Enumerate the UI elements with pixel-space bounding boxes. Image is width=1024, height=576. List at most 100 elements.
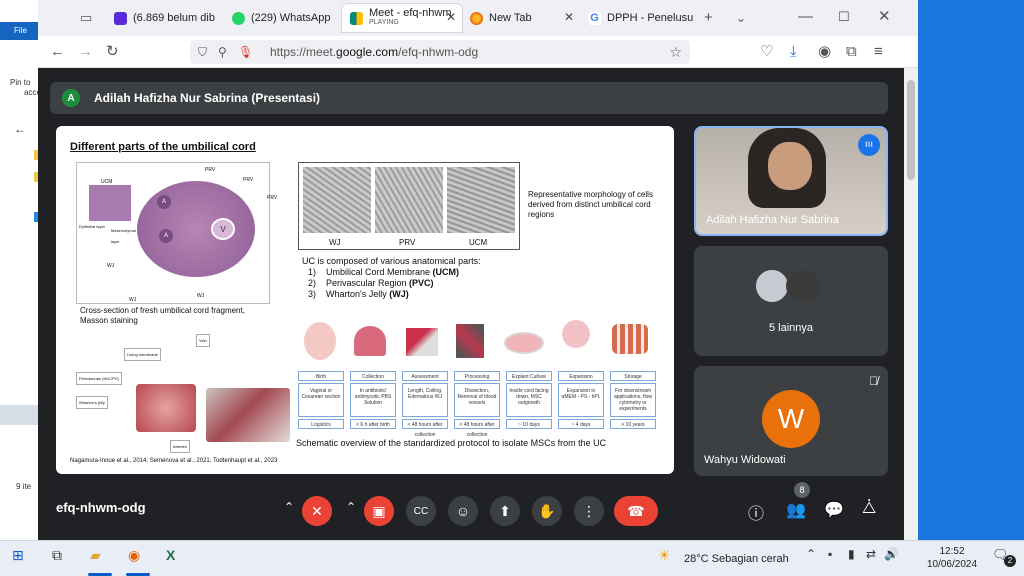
weather-text[interactable]: 28°C Sebagian cerah	[684, 553, 789, 565]
processing-illustration	[456, 324, 484, 358]
meeting-info-icon[interactable]: ⓘ	[748, 500, 764, 524]
shield-icon[interactable]: ⛉	[198, 40, 207, 64]
activities-icon[interactable]: ⧊	[862, 500, 876, 518]
micrograph-prv	[375, 167, 443, 233]
maximize-icon[interactable]: ☐	[838, 9, 850, 25]
protocol-step: Birth Vaginal or Cesarean section Logistic…	[298, 371, 344, 429]
mesenchymal-label: Mesenchymal layer	[111, 228, 136, 244]
lock-icon[interactable]: ⚲	[218, 40, 227, 64]
clock[interactable]: 12:52 10/06/2024	[926, 545, 978, 571]
extensions-icon[interactable]: ⧉	[846, 44, 857, 60]
meeting-controls: efq-nhwm-odg ⌃ ✕ ⌃ ▣ CC ☺ ⬆ ✋ ⋮ ☎ ⓘ 👥 8 …	[38, 482, 918, 540]
back-arrow-icon[interactable]: ←	[0, 122, 40, 136]
tab-meet[interactable]: Meet - efq-nhwm PLAYING ✕	[342, 4, 462, 32]
file-explorer-icon[interactable]: ▰	[90, 547, 101, 564]
close-tab-icon[interactable]: ✕	[446, 10, 456, 24]
tab-mail[interactable]: (6.869 belum dib	[106, 4, 224, 32]
volume-icon[interactable]: 🔊	[884, 547, 899, 561]
presenter-label: Adilah Hafizha Nur Sabrina (Presentasi)	[94, 91, 321, 105]
uc-part-item: 1) Umbilical Cord Membrane (UCM)	[308, 267, 460, 277]
birth-illustration	[304, 322, 336, 360]
mic-toggle-button[interactable]: ✕	[302, 496, 332, 526]
menu-icon[interactable]: ≡	[874, 44, 883, 60]
present-button[interactable]: ⬆	[490, 496, 520, 526]
participant-tile-presenter[interactable]: ııı Adilah Hafizha Nur Sabrina	[694, 126, 888, 236]
tray-app-icon[interactable]: ▪	[828, 547, 832, 561]
emoji-icon: ☺	[455, 503, 471, 519]
firefox-taskbar-icon[interactable]: ◉	[128, 547, 140, 564]
close-tab-icon[interactable]: ✕	[564, 10, 574, 24]
vein-label: Vein	[196, 334, 210, 347]
reactions-button[interactable]: ☺	[448, 496, 478, 526]
bookmark-star-icon[interactable]: ☆	[669, 40, 682, 64]
tab-whatsapp[interactable]: (229) WhatsApp	[224, 4, 340, 32]
tab-bar: ▭ (6.869 belum dib (229) WhatsApp Meet -…	[38, 0, 918, 36]
tab-google[interactable]: G DPPH - Penelusu	[580, 4, 698, 32]
url-suffix: /efq-nhwm-odg	[398, 45, 479, 59]
perivascular-label: Perivascular (HUCPV)	[76, 372, 122, 385]
tab-list-icon[interactable]: ▭	[80, 10, 92, 26]
file-menu[interactable]: File	[0, 22, 40, 40]
downloads-icon[interactable]: ⤓	[790, 44, 797, 60]
task-view-icon[interactable]: ⧉	[52, 547, 62, 564]
scrollbar[interactable]	[904, 68, 918, 540]
reload-icon[interactable]: ↻	[106, 44, 119, 60]
participant-tile-others[interactable]: 5 lainnya	[694, 246, 888, 356]
more-options-button[interactable]: ⋮	[574, 496, 604, 526]
weather-icon[interactable]: ☀	[658, 547, 671, 564]
prv-label: PRV	[267, 195, 278, 201]
microphone-icon[interactable]: 🎙	[238, 40, 253, 64]
url-bar[interactable]: ⛉ ⚲ 🎙 https://meet.google.com/efq-nhwm-o…	[190, 40, 690, 64]
participant-face	[768, 142, 812, 190]
micrograph-ucm	[447, 167, 515, 233]
participant-tile-wahyu[interactable]: 🎙̸ W Wahyu Widowati	[694, 366, 888, 476]
back-icon[interactable]: ←	[50, 44, 65, 60]
close-window-icon[interactable]: ✕	[878, 9, 891, 25]
pocket-icon[interactable]: ♡	[760, 44, 773, 60]
tab-playing-label: PLAYING	[369, 19, 399, 26]
vein-marker: V	[211, 218, 235, 240]
show-hidden-icons-chevron[interactable]: ⌃	[806, 547, 816, 561]
hand-icon: ✋	[538, 502, 556, 519]
leave-call-button[interactable]: ☎	[614, 496, 658, 526]
battery-icon[interactable]: ▮	[848, 547, 855, 561]
protocol-step: Assessment Length, Coiling, Edematous WJ <…	[402, 371, 448, 438]
slide-title: Different parts of the umbilical cord	[70, 141, 256, 153]
new-tab-plus-icon[interactable]: +	[704, 10, 713, 26]
minimize-icon[interactable]: —	[798, 9, 813, 25]
meeting-code: efq-nhwm-odg	[56, 500, 146, 515]
micrograph-wj	[303, 167, 371, 233]
raise-hand-button[interactable]: ✋	[532, 496, 562, 526]
captions-button[interactable]: CC	[406, 496, 436, 526]
assessment-illustration	[406, 328, 438, 356]
cross-section-caption: Cross-section of fresh umbilical cord fr…	[80, 306, 245, 325]
phone-hangup-icon: ☎	[627, 502, 645, 519]
forward-icon[interactable]: →	[78, 44, 93, 60]
account-icon[interactable]: ◉	[818, 44, 831, 60]
mic-off-icon: ✕	[311, 502, 323, 519]
network-icon[interactable]: ⇄	[866, 547, 876, 561]
participant-avatar: W	[762, 390, 820, 448]
collection-illustration	[354, 326, 386, 356]
file-explorer-window: File Pin to acce ← 9 ite	[0, 0, 41, 540]
mic-options-chevron-icon[interactable]: ⌃	[284, 500, 294, 514]
camera-options-chevron-icon[interactable]: ⌃	[346, 500, 356, 514]
list-all-tabs-chevron-icon[interactable]: ⌄	[736, 10, 746, 26]
people-icon[interactable]: 👥	[786, 500, 806, 520]
uc-part-item: 3) Wharton's Jelly (WJ)	[308, 289, 409, 299]
start-windows-icon[interactable]: ⊞	[12, 547, 24, 564]
protocol-caption: Schematic overview of the standardized p…	[296, 438, 607, 448]
taskbar: ⊞ ⧉ ▰ ◉ X ☀ 28°C Sebagian cerah ⌃ ▪ ▮ ⇄ …	[0, 540, 1024, 576]
scrollbar-thumb[interactable]	[907, 80, 915, 180]
tab-new-tab[interactable]: New Tab ✕	[462, 4, 580, 32]
present-screen-icon: ⬆	[499, 502, 511, 519]
selected-nav-item[interactable]	[0, 405, 40, 425]
chat-icon[interactable]: 💬	[824, 500, 844, 520]
storage-illustration	[612, 324, 648, 354]
firefox-window: ▭ (6.869 belum dib (229) WhatsApp Meet -…	[38, 0, 918, 540]
participant-name: Adilah Hafizha Nur Sabrina	[706, 214, 839, 226]
camera-toggle-button[interactable]: ▣	[364, 496, 394, 526]
items-count: 9 ite	[16, 482, 32, 491]
excel-icon[interactable]: X	[166, 547, 175, 563]
meet-icon	[350, 11, 363, 25]
